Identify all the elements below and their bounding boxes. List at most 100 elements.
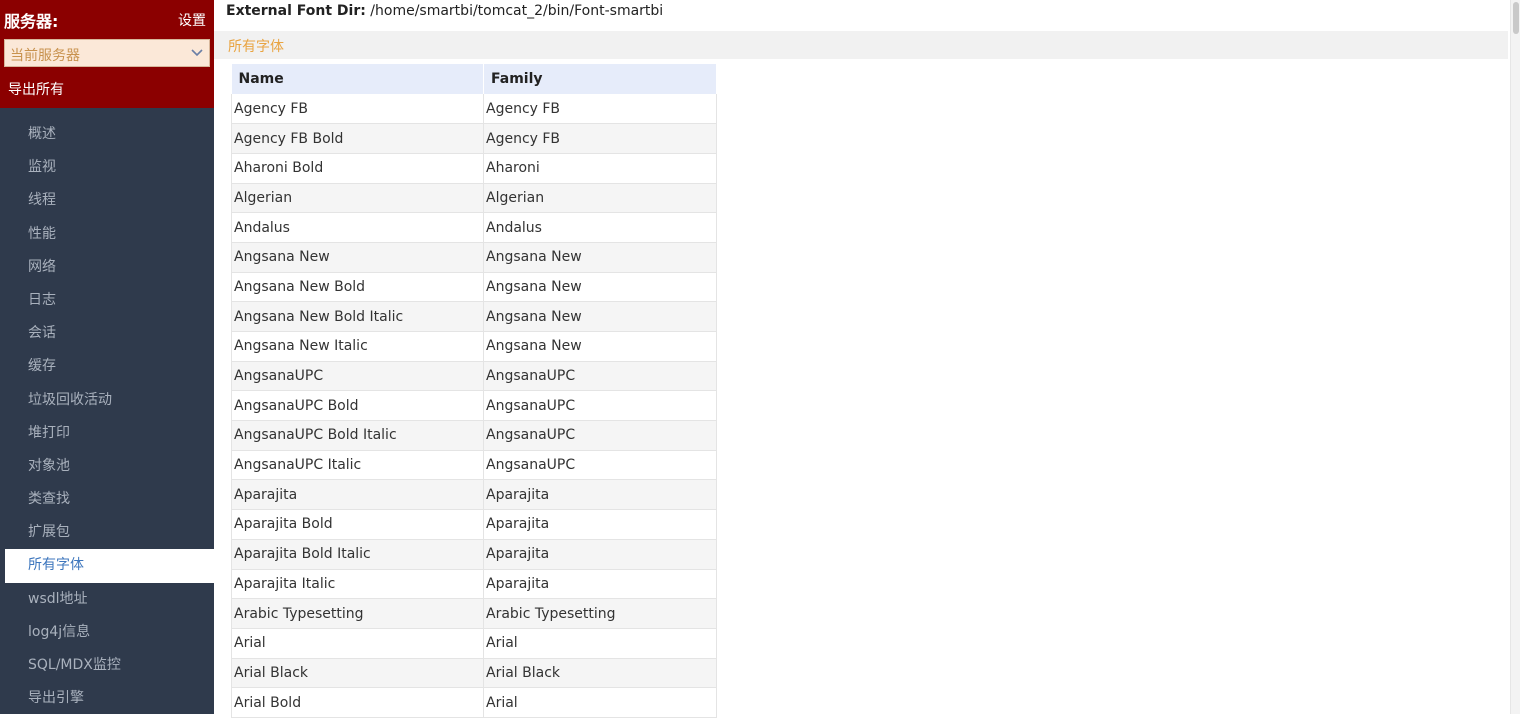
sidebar-item[interactable]: 线程 [0,184,214,217]
font-name-cell: Aparajita Italic [231,569,484,600]
font-name-cell: Angsana New Bold Italic [231,301,484,332]
font-family-cell: Aparajita [483,569,717,600]
section-title: 所有字体 [228,39,284,55]
table-row: AngsanaUPC Italic AngsanaUPC [231,450,717,481]
font-name-cell: Aharoni Bold [231,153,484,184]
server-select-value: 当前服务器 [10,48,80,64]
table-row: Aparajita Bold Aparajita [231,509,717,540]
table-row: Angsana New Bold Italic Angsana New [231,301,717,332]
sidebar-item[interactable]: 扩展包 [0,516,214,549]
font-family-cell: Aharoni [483,153,717,184]
sidebar-item[interactable]: 对象池 [0,450,214,483]
font-family-cell: AngsanaUPC [483,361,717,392]
table-row: Agency FB Bold Agency FB [231,123,717,154]
font-name-cell: Aparajita Bold [231,509,484,540]
font-family-cell: Arial Black [483,658,717,689]
font-name-cell: Arial Black [231,658,484,689]
sidebar: 服务器: 设置 当前服务器 导出所有 概述 监视 线程 性能 网络 日志 会话 缓存 垃圾回收活… [0,0,214,714]
font-family-cell: Arabic Typesetting [483,598,717,629]
sidebar-item[interactable]: 所有字体 [5,549,214,583]
server-title: 服务器: [4,12,59,31]
font-family-cell: Agency FB [483,123,717,154]
fonts-table: Name Family Agency FB Agency FB Agency FB … [231,64,717,718]
font-name-cell: Aparajita [231,479,484,511]
table-row: Aparajita Bold Italic Aparajita [231,539,717,570]
font-name-cell: AngsanaUPC Italic [231,450,484,481]
font-family-cell: Aparajita [483,509,717,540]
font-family-cell: Andalus [483,212,717,243]
font-name-cell: AngsanaUPC Bold [231,390,484,422]
font-name-cell: Aparajita Bold Italic [231,539,484,570]
scrollbar-thumb[interactable] [1513,2,1519,34]
external-font-dir: External Font Dir: /home/smartbi/tomcat_… [226,3,663,19]
font-name-cell: Andalus [231,212,484,243]
font-dir-value: /home/smartbi/tomcat_2/bin/Font-smartbi [370,3,664,19]
table-row: Arial Arial [231,628,717,659]
font-family-cell: AngsanaUPC [483,390,717,422]
sidebar-item[interactable]: log4j信息 [0,616,214,649]
font-name-cell: Agency FB [231,94,484,125]
font-family-cell: Arial [483,628,717,659]
sidebar-item[interactable]: 导出引擎 [0,682,214,715]
table-row: AngsanaUPC Bold Italic AngsanaUPC [231,420,717,451]
table-row: Agency FB Agency FB [231,94,717,125]
font-family-cell: AngsanaUPC [483,420,717,451]
sidebar-item[interactable]: 日志 [0,284,214,317]
font-family-cell: Angsana New [483,301,717,332]
font-name-cell: Arial Bold [231,687,484,718]
sidebar-item[interactable]: wsdl地址 [0,583,214,616]
font-family-cell: Aparajita [483,539,717,570]
font-name-cell: Angsana New [231,242,484,273]
column-header-family[interactable]: Family [483,64,717,94]
table-header-row: Name Family [231,64,717,94]
font-name-cell: Angsana New Bold [231,272,484,303]
table-row: Angsana New Italic Angsana New [231,331,717,362]
column-header-name[interactable]: Name [231,64,484,94]
font-family-cell: AngsanaUPC [483,450,717,481]
font-family-cell: Arial [483,687,717,718]
sidebar-item[interactable]: SQL/MDX监控 [0,649,214,682]
server-panel: 服务器: 设置 当前服务器 导出所有 [0,0,214,108]
sidebar-item[interactable]: 概述 [0,118,214,151]
vertical-scrollbar[interactable] [1510,0,1520,714]
font-name-cell: Algerian [231,183,484,214]
sidebar-item[interactable]: 堆打印 [0,417,214,450]
table-row: Algerian Algerian [231,183,717,214]
server-select[interactable]: 当前服务器 [4,39,210,67]
font-name-cell: Arial [231,628,484,659]
table-row: Angsana New Angsana New [231,242,717,273]
sidebar-item[interactable]: 网络 [0,251,214,284]
table-row: AngsanaUPC Bold AngsanaUPC [231,390,717,422]
table-row: Aparajita Aparajita [231,479,717,511]
font-family-cell: Angsana New [483,242,717,273]
font-dir-label: External Font Dir: [226,3,366,19]
font-family-cell: Algerian [483,183,717,214]
font-family-cell: Angsana New [483,272,717,303]
main-content: External Font Dir: /home/smartbi/tomcat_… [214,0,1510,718]
table-row: Aharoni Bold Aharoni [231,153,717,184]
sidebar-item[interactable]: 会话 [0,317,214,350]
font-name-cell: AngsanaUPC [231,361,484,392]
table-row: Angsana New Bold Angsana New [231,272,717,303]
export-all-button[interactable]: 导出所有 [8,79,64,99]
font-name-cell: Agency FB Bold [231,123,484,154]
font-name-cell: Angsana New Italic [231,331,484,362]
table-row: Aparajita Italic Aparajita [231,569,717,600]
table-row: Arabic Typesetting Arabic Typesetting [231,598,717,629]
table-row: Arial Black Arial Black [231,658,717,689]
sidebar-item[interactable]: 类查找 [0,483,214,516]
sidebar-item[interactable]: 垃圾回收活动 [0,384,214,417]
sidebar-item[interactable]: 监视 [0,151,214,184]
font-family-cell: Agency FB [483,94,717,125]
sidebar-item[interactable]: 缓存 [0,350,214,383]
settings-link[interactable]: 设置 [178,10,206,30]
chevron-down-icon [191,49,203,57]
font-family-cell: Aparajita [483,479,717,511]
section-header: 所有字体 [214,31,1508,59]
sidebar-nav: 概述 监视 线程 性能 网络 日志 会话 缓存 垃圾回收活动 堆打印 对象池 类查找 扩展包 所有字体 ws… [0,118,214,715]
sidebar-item[interactable]: 性能 [0,218,214,251]
table-row: Andalus Andalus [231,212,717,243]
font-name-cell: AngsanaUPC Bold Italic [231,420,484,451]
table-row: Arial Bold Arial [231,687,717,718]
font-family-cell: Angsana New [483,331,717,362]
